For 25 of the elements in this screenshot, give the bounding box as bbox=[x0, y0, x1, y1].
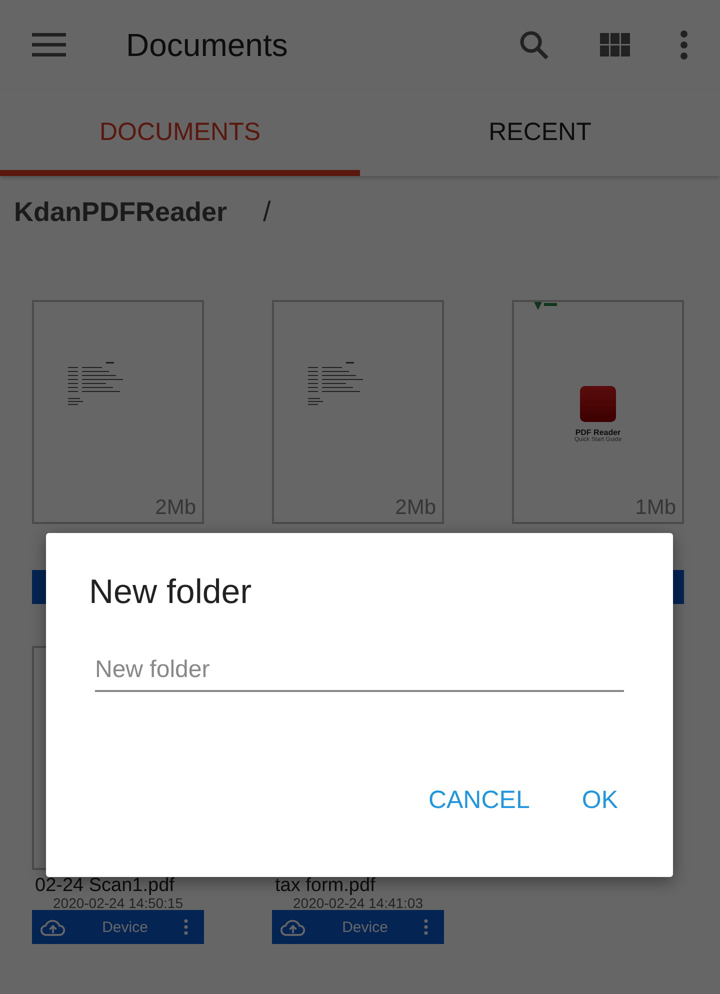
file-name: 02-24 Scan1.pdf bbox=[34, 876, 176, 896]
dialog-title: New folder bbox=[89, 573, 253, 612]
more-icon[interactable] bbox=[424, 919, 428, 935]
more-icon[interactable] bbox=[184, 919, 188, 935]
pdf-app-icon bbox=[580, 386, 616, 422]
menu-icon[interactable] bbox=[32, 33, 66, 57]
path-separator: / bbox=[263, 196, 271, 228]
dialog-button[interactable]: CANCEL bbox=[422, 782, 536, 819]
more-icon[interactable] bbox=[680, 30, 688, 60]
cloud-upload-icon[interactable] bbox=[40, 918, 66, 936]
tab[interactable]: DOCUMENTS bbox=[0, 90, 360, 176]
grid-view-icon[interactable] bbox=[600, 33, 630, 57]
folder-name[interactable]: KdanPDFReader bbox=[14, 196, 228, 228]
file-date: 2020-02-24 14:41:03 bbox=[292, 896, 424, 910]
file-name: tax form.pdf bbox=[274, 876, 376, 896]
file-date: 2020-02-24 14:50:15 bbox=[52, 896, 184, 910]
storage-location: Device bbox=[102, 918, 148, 936]
storage-location: Device bbox=[342, 918, 388, 936]
tab[interactable]: RECENT bbox=[360, 90, 720, 176]
guide-title: PDF Reader bbox=[575, 428, 621, 437]
cloud-upload-icon[interactable] bbox=[280, 918, 306, 936]
app-title: Documents bbox=[126, 26, 289, 64]
leaf-logo-icon bbox=[534, 302, 558, 312]
dialog-button[interactable]: OK bbox=[576, 782, 624, 819]
search-icon[interactable] bbox=[518, 29, 550, 61]
